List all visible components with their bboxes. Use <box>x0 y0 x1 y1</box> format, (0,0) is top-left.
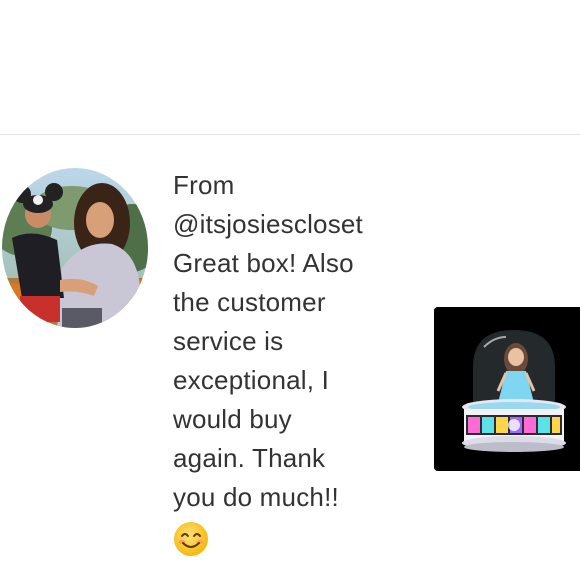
comment-line: would buy <box>173 404 292 434</box>
avatar-photo <box>2 168 148 328</box>
comment-line: Great box! Also <box>173 248 354 278</box>
comment-line: exceptional, I <box>173 365 330 395</box>
doll-snow-globe-image <box>434 307 580 471</box>
smiling-face-emoji-icon <box>174 522 208 556</box>
product-thumbnail[interactable] <box>434 307 580 471</box>
from-label: From <box>173 170 235 200</box>
comment-line: you do much!! <box>173 482 339 512</box>
comment-line: the customer <box>173 287 326 317</box>
username-link[interactable]: @itsjosiescloset <box>173 205 423 244</box>
user-avatar[interactable] <box>2 168 148 328</box>
comment-line: again. Thank <box>173 443 326 473</box>
comment-body: From @itsjosiescloset Great box! Also th… <box>173 166 423 557</box>
divider <box>0 134 580 135</box>
header-blank-area <box>0 0 580 134</box>
comment-line: service is <box>173 326 284 356</box>
